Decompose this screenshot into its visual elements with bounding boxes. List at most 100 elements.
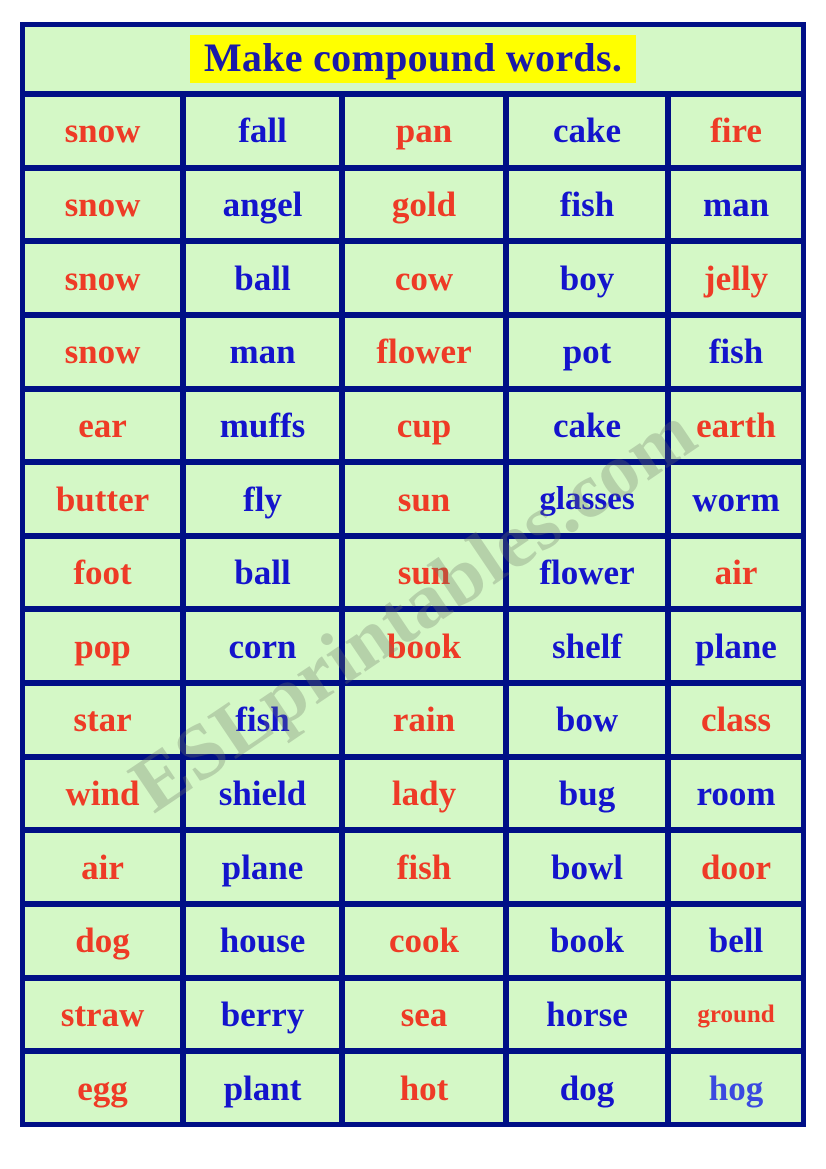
- word-cell[interactable]: man: [671, 170, 801, 239]
- word-text: worm: [692, 479, 780, 519]
- word-cell[interactable]: foot: [25, 538, 180, 607]
- word-text: book: [387, 626, 461, 666]
- word-cell[interactable]: sea: [345, 980, 503, 1049]
- word-text: wind: [65, 774, 140, 814]
- word-cell[interactable]: sun: [345, 465, 503, 533]
- word-cell[interactable]: cow: [345, 244, 503, 312]
- word-cell[interactable]: wind: [25, 759, 180, 828]
- word-cell[interactable]: fish: [509, 170, 665, 239]
- word-cell[interactable]: house: [186, 907, 339, 975]
- word-cell[interactable]: pan: [345, 97, 503, 165]
- word-cell[interactable]: pot: [509, 317, 665, 386]
- word-cell[interactable]: worm: [671, 465, 801, 533]
- word-cell[interactable]: cook: [345, 907, 503, 975]
- word-cell[interactable]: door: [671, 833, 801, 902]
- word-cell[interactable]: air: [25, 833, 180, 902]
- word-cell[interactable]: dog: [509, 1054, 665, 1122]
- word-text: bug: [558, 774, 616, 814]
- word-cell[interactable]: berry: [186, 980, 339, 1049]
- word-cell[interactable]: glasses: [509, 465, 665, 533]
- word-cell[interactable]: fall: [186, 97, 339, 165]
- word-cell[interactable]: angel: [186, 170, 339, 239]
- table-row: wind shield lady bug room: [25, 759, 801, 828]
- word-cell[interactable]: shield: [186, 759, 339, 828]
- word-cell[interactable]: ball: [186, 538, 339, 607]
- word-cell[interactable]: cake: [509, 391, 665, 460]
- word-cell[interactable]: man: [186, 317, 339, 386]
- word-cell[interactable]: jelly: [671, 244, 801, 312]
- word-cell[interactable]: snow: [25, 97, 180, 165]
- word-cell[interactable]: air: [671, 538, 801, 607]
- word-cell[interactable]: gold: [345, 170, 503, 239]
- word-cell[interactable]: ground: [671, 980, 801, 1049]
- word-cell[interactable]: flower: [509, 538, 665, 607]
- word-cell[interactable]: flower: [345, 317, 503, 386]
- word-cell[interactable]: hog: [671, 1054, 801, 1122]
- word-text: door: [701, 847, 771, 887]
- word-text: fish: [396, 847, 452, 887]
- word-text: flower: [376, 332, 472, 372]
- word-cell[interactable]: plant: [186, 1054, 339, 1122]
- word-cell[interactable]: plane: [186, 833, 339, 902]
- word-cell[interactable]: ear: [25, 391, 180, 460]
- word-cell[interactable]: corn: [186, 612, 339, 681]
- word-cell[interactable]: bow: [509, 686, 665, 754]
- word-cell[interactable]: fly: [186, 465, 339, 533]
- word-cell[interactable]: class: [671, 686, 801, 754]
- word-cell[interactable]: room: [671, 759, 801, 828]
- word-cell[interactable]: lady: [345, 759, 503, 828]
- worksheet-frame: Make compound words. snow fall pan cake fire…: [20, 22, 806, 1127]
- word-cell[interactable]: snow: [25, 317, 180, 386]
- word-cell[interactable]: rain: [345, 686, 503, 754]
- table-row: snow fall pan cake fire: [25, 97, 801, 165]
- word-cell[interactable]: pop: [25, 612, 180, 681]
- word-text: snow: [64, 258, 141, 298]
- word-text: bowl: [551, 847, 623, 887]
- word-cell[interactable]: star: [25, 686, 180, 754]
- word-text: ear: [78, 405, 127, 445]
- word-cell[interactable]: earth: [671, 391, 801, 460]
- word-cell[interactable]: ball: [186, 244, 339, 312]
- word-cell[interactable]: boy: [509, 244, 665, 312]
- word-cell[interactable]: book: [509, 907, 665, 975]
- word-cell[interactable]: horse: [509, 980, 665, 1049]
- word-text: pot: [562, 332, 612, 372]
- page-title: Make compound words.: [189, 35, 637, 83]
- word-text: lady: [391, 774, 457, 814]
- word-cell[interactable]: bug: [509, 759, 665, 828]
- word-cell[interactable]: bowl: [509, 833, 665, 902]
- word-cell[interactable]: cake: [509, 97, 665, 165]
- word-text: plane: [695, 626, 777, 666]
- word-cell[interactable]: muffs: [186, 391, 339, 460]
- word-text: horse: [546, 995, 628, 1034]
- word-cell[interactable]: book: [345, 612, 503, 681]
- word-cell[interactable]: hot: [345, 1054, 503, 1122]
- word-cell[interactable]: straw: [25, 980, 180, 1049]
- word-text: fish: [708, 332, 764, 372]
- word-text: berry: [220, 995, 305, 1034]
- word-cell[interactable]: butter: [25, 465, 180, 533]
- word-cell[interactable]: snow: [25, 244, 180, 312]
- word-text: flower: [539, 553, 635, 593]
- word-cell[interactable]: egg: [25, 1054, 180, 1122]
- word-text: dog: [75, 921, 130, 961]
- table-row: foot ball sun flower air: [25, 538, 801, 607]
- word-cell[interactable]: fire: [671, 97, 801, 165]
- word-text: sun: [397, 479, 451, 519]
- word-cell[interactable]: fish: [186, 686, 339, 754]
- word-text: shelf: [552, 626, 622, 666]
- word-text: straw: [60, 995, 145, 1034]
- word-text: air: [81, 847, 124, 887]
- word-cell[interactable]: fish: [671, 317, 801, 386]
- word-text: ground: [697, 1001, 775, 1028]
- word-cell[interactable]: plane: [671, 612, 801, 681]
- word-cell[interactable]: cup: [345, 391, 503, 460]
- word-text: gold: [391, 184, 457, 224]
- word-cell[interactable]: shelf: [509, 612, 665, 681]
- word-cell[interactable]: fish: [345, 833, 503, 902]
- word-cell[interactable]: sun: [345, 538, 503, 607]
- word-cell[interactable]: dog: [25, 907, 180, 975]
- table-row: ear muffs cup cake earth: [25, 391, 801, 460]
- word-cell[interactable]: snow: [25, 170, 180, 239]
- word-cell[interactable]: bell: [671, 907, 801, 975]
